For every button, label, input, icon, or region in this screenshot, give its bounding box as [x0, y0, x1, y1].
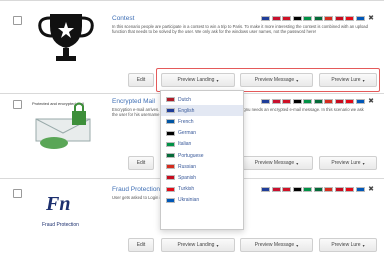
language-flags: ✖	[261, 186, 374, 193]
flag-icon	[166, 186, 175, 192]
flag-icon	[166, 175, 175, 181]
caret-down-icon: ▾	[296, 242, 299, 248]
delete-icon[interactable]: ✖	[368, 98, 374, 105]
fraud-protection-logo: Fn Fraud Protection	[28, 186, 104, 238]
language-flag-icon[interactable]	[345, 187, 355, 192]
language-dropdown-menu: Dutch English French German Italian Portugues…	[160, 90, 244, 230]
delete-icon[interactable]: ✖	[368, 15, 374, 22]
flag-icon	[166, 119, 175, 125]
language-flag-icon[interactable]	[261, 187, 271, 192]
preview-message-button[interactable]: Preview Message ▾	[240, 156, 313, 170]
language-flags: ✖	[261, 15, 374, 22]
language-flag-icon[interactable]	[324, 99, 334, 104]
dropdown-item-label: Spanish	[178, 174, 197, 181]
scenario-checkbox[interactable]	[13, 100, 22, 109]
dropdown-item[interactable]: Ukrainian	[161, 195, 243, 206]
flag-icon	[166, 153, 175, 159]
trophy-icon	[28, 6, 104, 72]
language-flag-icon[interactable]	[303, 99, 313, 104]
dropdown-item[interactable]: Spanish	[161, 172, 243, 183]
language-flag-icon[interactable]	[334, 187, 344, 192]
preview-landing-button[interactable]: Preview Landing ▾	[161, 238, 235, 252]
caret-down-icon: ▾	[216, 242, 219, 248]
scenario-title[interactable]: Encrypted Mail	[112, 98, 155, 105]
scenario-checkbox[interactable]	[13, 189, 22, 198]
thumb-caption: Fraud Protection	[42, 222, 79, 228]
dropdown-item-label: French	[178, 118, 194, 125]
flag-icon	[166, 130, 175, 136]
flag-icon	[166, 108, 175, 114]
language-flag-icon[interactable]	[324, 16, 334, 21]
language-flag-icon[interactable]	[303, 187, 313, 192]
language-flag-icon[interactable]	[313, 16, 323, 21]
caret-down-icon: ▾	[362, 242, 365, 248]
dropdown-item-label: Ukrainian	[178, 197, 200, 204]
edit-button[interactable]: Edit	[128, 238, 154, 252]
dropdown-item-label: English	[178, 107, 195, 114]
dropdown-item-label: Russian	[178, 163, 197, 170]
language-flag-icon[interactable]	[282, 187, 292, 192]
delete-icon[interactable]: ✖	[368, 186, 374, 193]
edit-button[interactable]: Edit	[128, 156, 154, 170]
language-flag-icon[interactable]	[261, 16, 271, 21]
language-flag-icon[interactable]	[345, 16, 355, 21]
caret-down-icon: ▾	[296, 160, 299, 166]
dropdown-item[interactable]: Dutch	[161, 94, 243, 105]
language-flag-icon[interactable]	[282, 99, 292, 104]
language-flag-icon[interactable]	[292, 187, 302, 192]
language-flag-icon[interactable]	[313, 99, 323, 104]
language-flag-icon[interactable]	[282, 16, 292, 21]
dropdown-item-label: Turkish	[178, 186, 195, 193]
language-flags: ✖	[261, 98, 374, 105]
scenario-checkbox[interactable]	[13, 16, 22, 25]
flag-icon	[166, 141, 175, 147]
language-flag-icon[interactable]	[355, 16, 365, 21]
highlight-box	[156, 68, 380, 92]
language-flag-icon[interactable]	[261, 99, 271, 104]
dropdown-item[interactable]: Turkish	[161, 184, 243, 195]
flag-icon	[166, 164, 175, 170]
flag-icon	[166, 97, 175, 103]
dropdown-item-label: Portuguese	[178, 152, 204, 159]
scenario-title[interactable]: Contest	[112, 15, 134, 22]
language-flag-icon[interactable]	[271, 99, 281, 104]
language-flag-icon[interactable]	[355, 99, 365, 104]
preview-message-button[interactable]: Preview Message ▾	[240, 238, 313, 252]
language-flag-icon[interactable]	[334, 99, 344, 104]
dropdown-item-label: German	[178, 130, 197, 137]
dropdown-item-label: Italian	[178, 141, 192, 148]
language-flag-icon[interactable]	[303, 16, 313, 21]
preview-lure-button[interactable]: Preview Lure ▾	[319, 238, 377, 252]
encrypted-mail-icon: Protected and encrypted mail	[28, 97, 104, 157]
dropdown-item[interactable]: Russian	[161, 161, 243, 172]
dropdown-item[interactable]: French	[161, 116, 243, 127]
edit-button[interactable]: Edit	[128, 73, 154, 87]
language-flag-icon[interactable]	[271, 16, 281, 21]
language-flag-icon[interactable]	[292, 16, 302, 21]
row-divider	[0, 0, 384, 1]
scenario-description: In this scenario people are participate …	[112, 24, 368, 35]
language-flag-icon[interactable]	[345, 99, 355, 104]
dropdown-item[interactable]: Italian	[161, 139, 243, 150]
language-flag-icon[interactable]	[324, 187, 334, 192]
language-flag-icon[interactable]	[271, 187, 281, 192]
language-flag-icon[interactable]	[355, 187, 365, 192]
logo-mark: Fn	[45, 193, 70, 215]
language-flag-icon[interactable]	[334, 16, 344, 21]
flag-icon	[166, 197, 175, 203]
dropdown-item-label: Dutch	[178, 96, 192, 103]
dropdown-item[interactable]: Portuguese	[161, 150, 243, 161]
language-flag-icon[interactable]	[292, 99, 302, 104]
dropdown-item[interactable]: German	[161, 128, 243, 139]
language-flag-icon[interactable]	[313, 187, 323, 192]
preview-lure-button[interactable]: Preview Lure ▾	[319, 156, 377, 170]
dropdown-item[interactable]: English	[161, 105, 243, 117]
caret-down-icon: ▾	[362, 160, 365, 166]
